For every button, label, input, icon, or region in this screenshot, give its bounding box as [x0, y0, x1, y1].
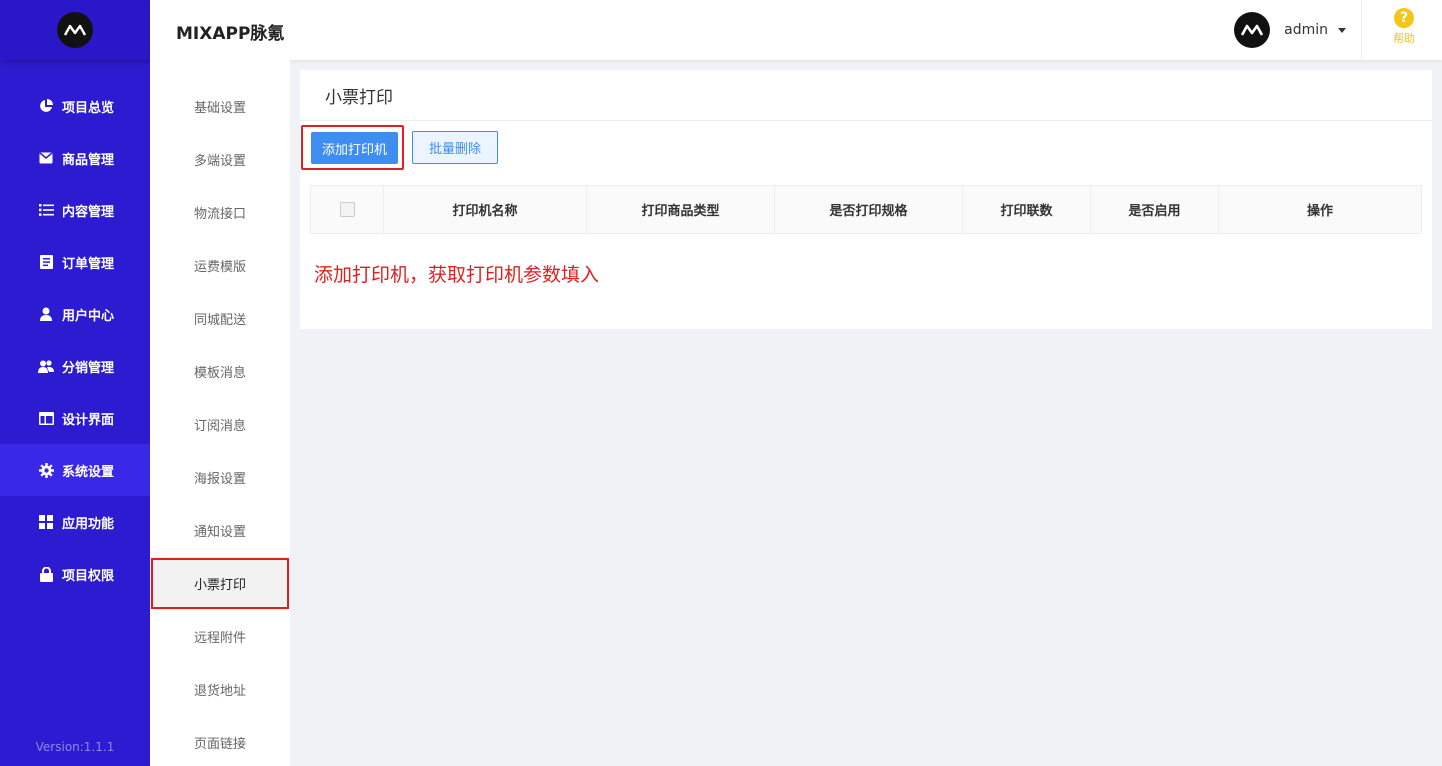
users-icon — [38, 358, 54, 374]
nav-item-label: 用户中心 — [62, 308, 115, 324]
nav-item-distribution[interactable]: 分销管理 — [0, 340, 150, 392]
subnav-item-basic[interactable]: 基础设置 — [150, 80, 290, 133]
user-menu[interactable]: admin — [1234, 10, 1346, 50]
select-all-cell — [311, 186, 384, 233]
nav-item-overview[interactable]: 项目总览 — [0, 80, 150, 132]
nav-item-settings[interactable]: 系统设置 — [0, 444, 150, 496]
column-header: 打印机名称 — [384, 186, 587, 233]
nav-item-users[interactable]: 用户中心 — [0, 288, 150, 340]
pie-chart-icon — [38, 98, 54, 114]
annotation-note: 添加打印机，获取打印机参数填入 — [314, 264, 600, 286]
nav-item-permissions[interactable]: 项目权限 — [0, 548, 150, 600]
subnav-item-multi-platform[interactable]: 多端设置 — [150, 133, 290, 186]
version-text: Version:1.1.1 — [35, 740, 115, 754]
printer-table-header: 打印机名称 打印商品类型 是否打印规格 打印联数 是否启用 操作 — [310, 185, 1422, 234]
nav-item-label: 内容管理 — [62, 204, 115, 220]
nav-item-label: 订单管理 — [62, 256, 115, 272]
user-icon — [38, 306, 54, 322]
envelope-icon — [38, 150, 54, 166]
nav-item-label: 分销管理 — [62, 360, 115, 376]
nav-item-label: 项目权限 — [62, 568, 115, 584]
lock-icon — [38, 566, 54, 582]
nav-item-design[interactable]: 设计界面 — [0, 392, 150, 444]
question-icon: ? — [1394, 8, 1414, 28]
logo-icon[interactable] — [57, 12, 93, 48]
nav-item-label: 系统设置 — [62, 464, 115, 480]
subnav-item-subscribe-message[interactable]: 订阅消息 — [150, 398, 290, 451]
nav-item-label: 商品管理 — [62, 152, 115, 168]
nav-item-apps[interactable]: 应用功能 — [0, 496, 150, 548]
caret-down-icon[interactable] — [1338, 27, 1346, 33]
column-header: 打印商品类型 — [587, 186, 775, 233]
page-title: 小票打印 — [300, 70, 1432, 121]
gear-icon — [38, 462, 54, 478]
column-header: 是否启用 — [1091, 186, 1219, 233]
subnav-item-return-address[interactable]: 退货地址 — [150, 663, 290, 716]
grid-icon — [38, 514, 54, 530]
subnav-item-poster[interactable]: 海报设置 — [150, 451, 290, 504]
nav-item-content[interactable]: 内容管理 — [0, 184, 150, 236]
subnav-item-page-links[interactable]: 页面链接 — [150, 716, 290, 766]
nav-item-orders[interactable]: 订单管理 — [0, 236, 150, 288]
logo-area — [0, 0, 150, 60]
nav-item-label: 设计界面 — [62, 412, 115, 428]
nav-item-label: 项目总览 — [62, 100, 115, 116]
subnav-item-shipping-template[interactable]: 运费模版 — [150, 239, 290, 292]
add-printer-button[interactable]: 添加打印机 — [311, 132, 398, 164]
column-header: 打印联数 — [963, 186, 1091, 233]
select-all-checkbox[interactable] — [339, 202, 355, 217]
column-header: 操作 — [1306, 204, 1333, 219]
divider — [1361, 0, 1362, 60]
subnav-item-logistics[interactable]: 物流接口 — [150, 186, 290, 239]
subnav-item-receipt-printing[interactable]: 小票打印 — [150, 557, 290, 610]
subnav-item-template-message[interactable]: 模板消息 — [150, 345, 290, 398]
main-nav: 项目总览 商品管理 内容管理 订单管理 用户中心 分销管理 设计界面 系统设置 … — [0, 80, 150, 600]
receipt-printing-card: 小票打印 添加打印机 批量删除 打印机名称 打印商品类型 是否打印规格 打印联数… — [300, 70, 1432, 329]
top-header: MIXAPP脉氪 admin ? 帮助 — [150, 0, 1442, 60]
list-icon — [38, 202, 54, 218]
subnav-item-notification[interactable]: 通知设置 — [150, 504, 290, 557]
subnav-item-remote-attachment[interactable]: 远程附件 — [150, 610, 290, 663]
highlight-box: 添加打印机 — [301, 125, 404, 170]
layout-icon — [38, 410, 54, 426]
document-icon — [38, 254, 54, 270]
subnav-item-local-delivery[interactable]: 同城配送 — [150, 292, 290, 345]
nav-item-label: 应用功能 — [62, 516, 115, 532]
app-title: MIXAPP脉氪 — [176, 24, 285, 44]
username[interactable]: admin — [1284, 22, 1328, 38]
help-label: 帮助 — [1393, 32, 1415, 45]
bulk-delete-button[interactable]: 批量删除 — [412, 131, 498, 164]
help-button[interactable]: ? 帮助 — [1384, 8, 1424, 46]
primary-sidebar: 项目总览 商品管理 内容管理 订单管理 用户中心 分销管理 设计界面 系统设置 … — [0, 0, 150, 766]
avatar[interactable] — [1234, 12, 1271, 48]
settings-subnav: 基础设置 多端设置 物流接口 运费模版 同城配送 模板消息 订阅消息 海报设置 … — [150, 60, 290, 766]
column-header: 是否打印规格 — [775, 186, 963, 233]
nav-item-products[interactable]: 商品管理 — [0, 132, 150, 184]
